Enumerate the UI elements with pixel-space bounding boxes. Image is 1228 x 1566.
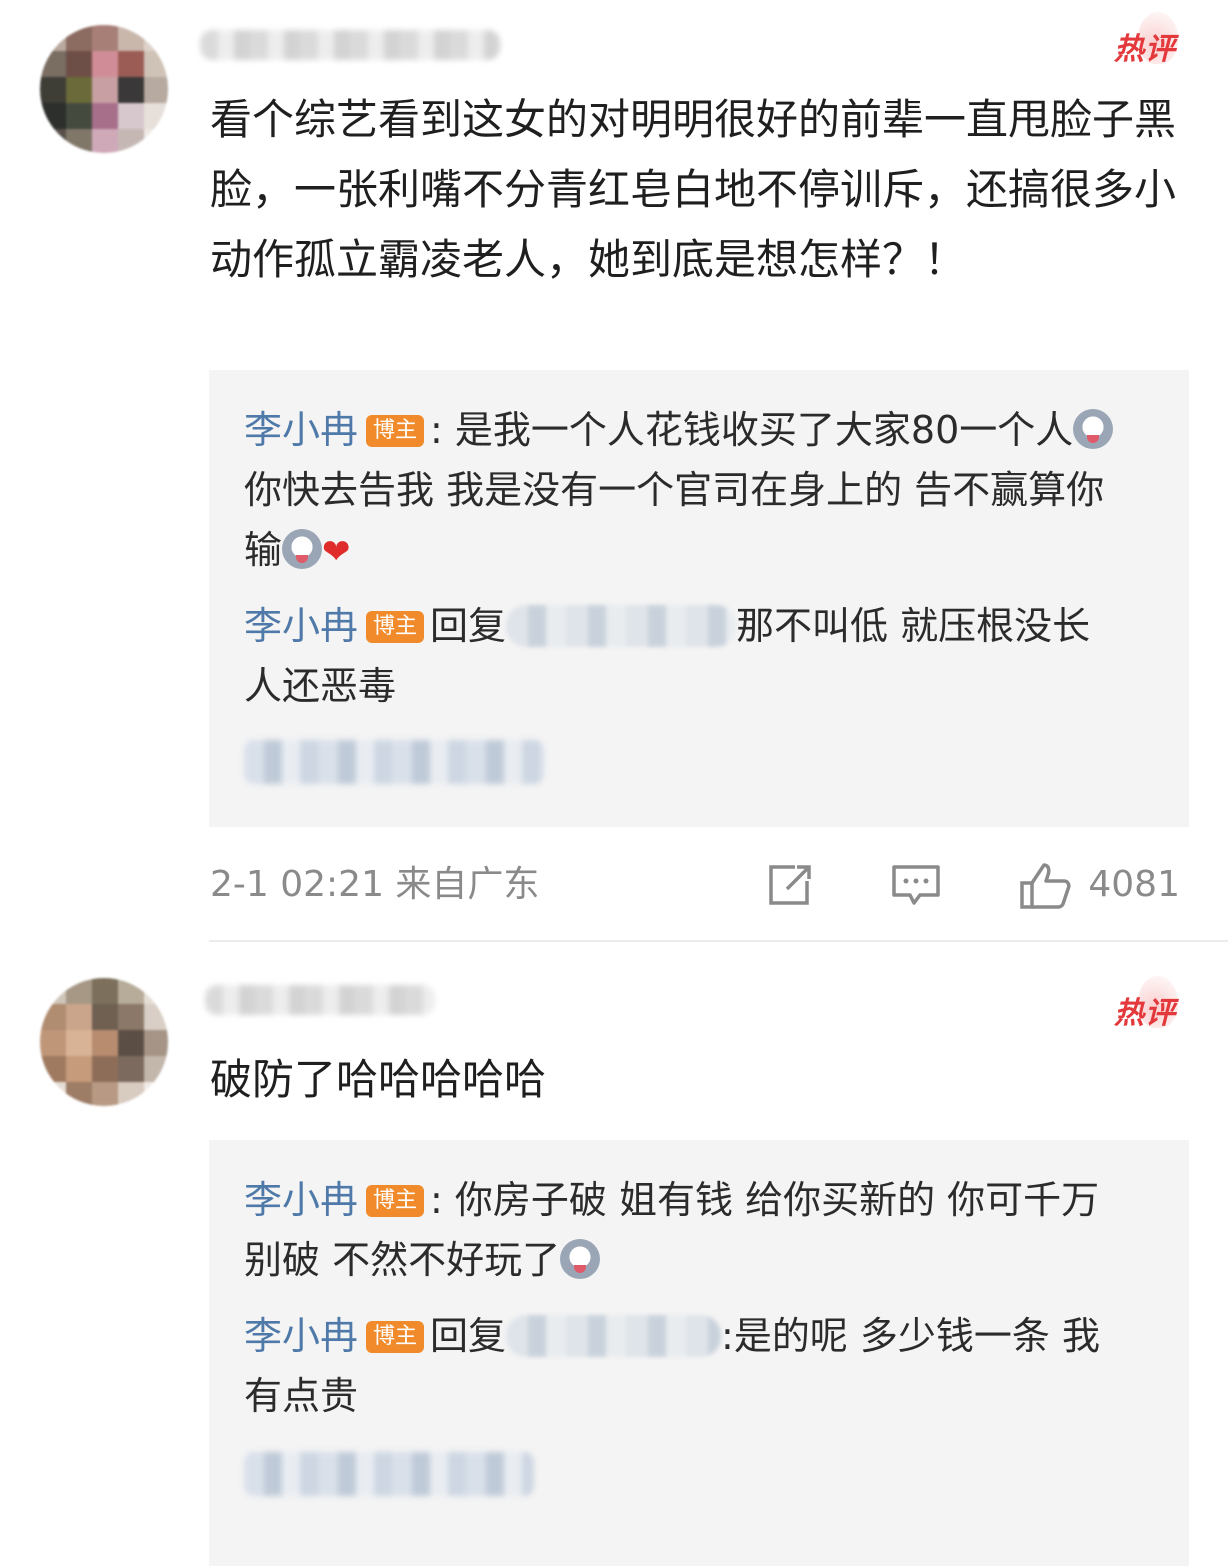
thumbs-up-icon[interactable] bbox=[1018, 861, 1074, 911]
blogger-tag: 博主 bbox=[366, 1185, 425, 1217]
reply-box[interactable]: 李小冉 博主: 你房子破 姐有钱 给你买新的 你可千万别破 不然不好玩了 李小冉博… bbox=[209, 1140, 1189, 1566]
avatar[interactable] bbox=[40, 25, 168, 153]
more-replies-link[interactable] bbox=[244, 740, 544, 784]
more-replies-link[interactable] bbox=[244, 1452, 534, 1496]
timestamp-location: 2-1 02:21 来自广东 bbox=[210, 864, 540, 905]
mentioned-user[interactable] bbox=[506, 1315, 722, 1357]
divider bbox=[209, 940, 1228, 942]
comment-text: 破防了哈哈哈哈哈 bbox=[210, 1055, 547, 1104]
comment-icon[interactable] bbox=[890, 861, 942, 909]
blogger-tag: 博主 bbox=[366, 415, 425, 447]
avatar[interactable] bbox=[40, 978, 168, 1106]
comment-meta: 2-1 02:21 来自广东 4081 bbox=[210, 855, 1180, 915]
like-count: 4081 bbox=[1088, 864, 1180, 905]
reply-author[interactable]: 李小冉 bbox=[244, 1314, 358, 1358]
blogger-tag: 博主 bbox=[366, 611, 425, 643]
reply-2[interactable]: 李小冉 博主 回复 那不叫低 就压根没长 人还恶毒 bbox=[244, 596, 1124, 716]
reply-author[interactable]: 李小冉 bbox=[244, 408, 358, 452]
share-icon[interactable] bbox=[765, 861, 815, 909]
mentioned-user[interactable] bbox=[506, 605, 737, 647]
reply-author[interactable]: 李小冉 bbox=[244, 1178, 358, 1222]
comment-text: 看个综艺看到这女的对明明很好的前辈一直甩脸子黑脸，一张利嘴不分青红皂白地不停训斥… bbox=[210, 95, 1177, 284]
husky-emoji-icon bbox=[282, 529, 323, 569]
username[interactable] bbox=[205, 985, 435, 1015]
blogger-tag: 博主 bbox=[366, 1321, 425, 1353]
reply-box[interactable]: 李小冉 博主: 是我一个人花钱收买了大家80一个人你快去告我 我是没有一个官司在身… bbox=[209, 370, 1189, 827]
hot-comment-badge: 热评 bbox=[1098, 12, 1178, 70]
reply-1[interactable]: 李小冉 博主: 你房子破 姐有钱 给你买新的 你可千万别破 不然不好玩了 bbox=[244, 1170, 1124, 1290]
reply-1[interactable]: 李小冉 博主: 是我一个人花钱收买了大家80一个人你快去告我 我是没有一个官司在身… bbox=[244, 400, 1124, 582]
hot-comment-badge: 热评 bbox=[1098, 976, 1178, 1034]
reply-2[interactable]: 李小冉 博主 回复:是的呢 多少钱一条 我有点贵 bbox=[244, 1306, 1124, 1426]
husky-emoji-icon bbox=[1073, 409, 1114, 449]
username[interactable] bbox=[200, 30, 500, 60]
husky-emoji-icon bbox=[560, 1239, 601, 1279]
heart-icon: ❤ bbox=[322, 532, 351, 572]
reply-author[interactable]: 李小冉 bbox=[244, 604, 358, 648]
